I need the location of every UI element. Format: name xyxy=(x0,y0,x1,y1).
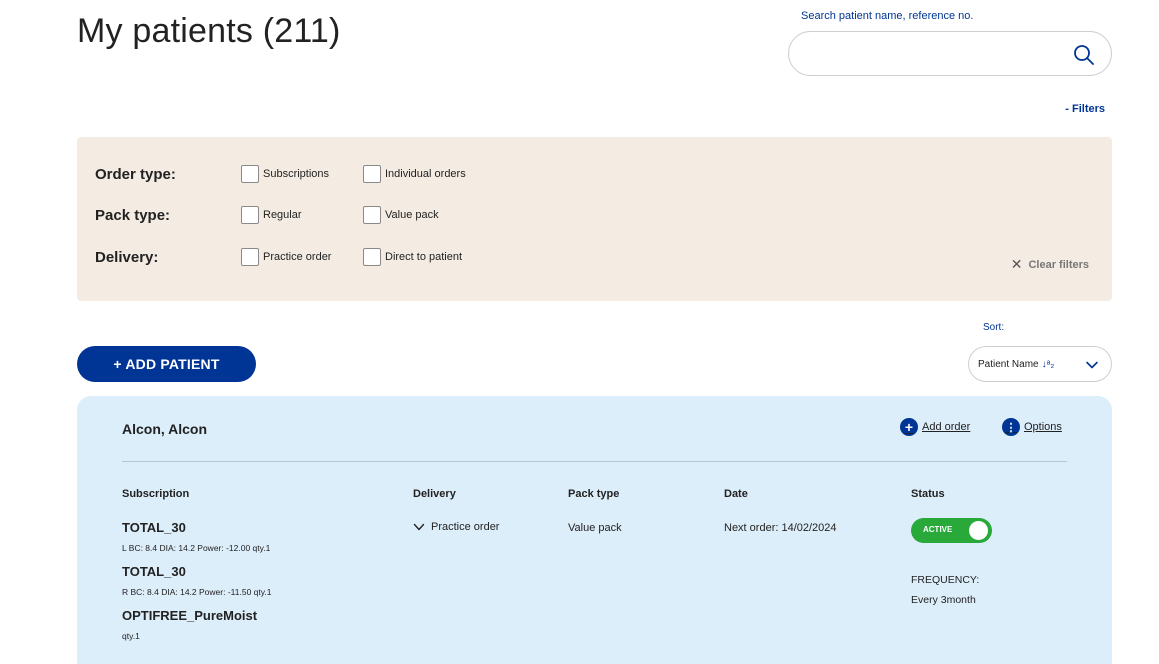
close-icon: ✕ xyxy=(1010,256,1023,272)
product-name: TOTAL_30 xyxy=(122,564,186,579)
plus-icon: + xyxy=(900,418,918,436)
filter-option-direct-to-patient[interactable]: Direct to patient xyxy=(363,248,462,266)
filter-option-regular[interactable]: Regular xyxy=(241,206,363,224)
status-label: ACTIVE xyxy=(923,525,953,534)
checkbox[interactable] xyxy=(363,165,381,183)
checkbox[interactable] xyxy=(241,248,259,266)
column-header-pack-type: Pack type xyxy=(568,488,620,500)
filter-row-delivery: Delivery: Practice order Direct to patie… xyxy=(95,247,462,267)
sort-select[interactable]: Patient Name ↓ᵃ₂ xyxy=(968,346,1112,382)
filter-panel: Order type: Subscriptions Individual ord… xyxy=(77,137,1112,301)
delivery-cell[interactable]: Practice order xyxy=(413,521,499,533)
chevron-down-icon xyxy=(1086,361,1098,369)
search-icon[interactable] xyxy=(1073,44,1095,66)
filter-label: Delivery: xyxy=(95,248,159,266)
add-order-link[interactable]: + Add order xyxy=(900,418,970,436)
search-input[interactable] xyxy=(807,44,1057,64)
filter-option-practice-order[interactable]: Practice order xyxy=(241,248,363,266)
filters-toggle[interactable]: - Filters xyxy=(1065,103,1105,115)
clear-filters-button[interactable]: ✕ Clear filters xyxy=(1011,256,1089,273)
product-name: TOTAL_30 xyxy=(122,520,186,535)
sort-direction-icon: ↓ᵃ₂ xyxy=(1041,358,1055,370)
sort-label: Sort: xyxy=(983,322,1005,333)
product-detail: qty.1 xyxy=(122,631,140,641)
product-name: OPTIFREE_PureMoist xyxy=(122,608,258,623)
checkbox[interactable] xyxy=(241,165,259,183)
more-options-icon: ⋮ xyxy=(1002,418,1020,436)
frequency-label: FREQUENCY: xyxy=(911,574,980,586)
patient-card: Alcon, Alcon + Add order ⋮ Options Subsc… xyxy=(77,396,1112,664)
checkbox[interactable] xyxy=(363,248,381,266)
column-header-status: Status xyxy=(911,488,945,500)
filter-option-value-pack[interactable]: Value pack xyxy=(363,206,439,224)
column-header-subscription: Subscription xyxy=(122,488,190,500)
patient-name[interactable]: Alcon, Alcon xyxy=(122,421,207,437)
filter-label: Pack type: xyxy=(95,206,171,224)
checkbox[interactable] xyxy=(363,206,381,224)
status-toggle[interactable]: ACTIVE xyxy=(911,518,992,543)
filter-row-order-type: Order type: Subscriptions Individual ord… xyxy=(95,164,466,184)
checkbox[interactable] xyxy=(241,206,259,224)
search-label: Search patient name, reference no. xyxy=(801,10,974,22)
product-detail: L BC: 8.4 DIA: 14.2 Power: -12.00 qty.1 xyxy=(122,543,271,553)
column-header-date: Date xyxy=(724,488,748,500)
add-patient-button[interactable]: + ADD PATIENT xyxy=(77,346,256,382)
page-title: My patients (211) xyxy=(77,12,341,50)
filter-label: Order type: xyxy=(95,165,176,183)
search-box[interactable] xyxy=(788,31,1112,76)
filter-row-pack-type: Pack type: Regular Value pack xyxy=(95,205,439,225)
column-header-delivery: Delivery xyxy=(413,488,456,500)
product-detail: R BC: 8.4 DIA: 14.2 Power: -11.50 qty.1 xyxy=(122,587,272,597)
filter-option-subscriptions[interactable]: Subscriptions xyxy=(241,165,363,183)
sort-selected-value: Patient Name xyxy=(978,358,1039,370)
divider xyxy=(122,461,1067,462)
filter-option-individual-orders[interactable]: Individual orders xyxy=(363,165,466,183)
pack-type-value: Value pack xyxy=(568,522,622,534)
chevron-down-icon xyxy=(413,523,425,531)
options-link[interactable]: ⋮ Options xyxy=(1002,418,1062,436)
date-value: Next order: 14/02/2024 xyxy=(724,522,837,534)
toggle-knob xyxy=(969,521,988,540)
frequency-value: Every 3month xyxy=(911,594,976,606)
